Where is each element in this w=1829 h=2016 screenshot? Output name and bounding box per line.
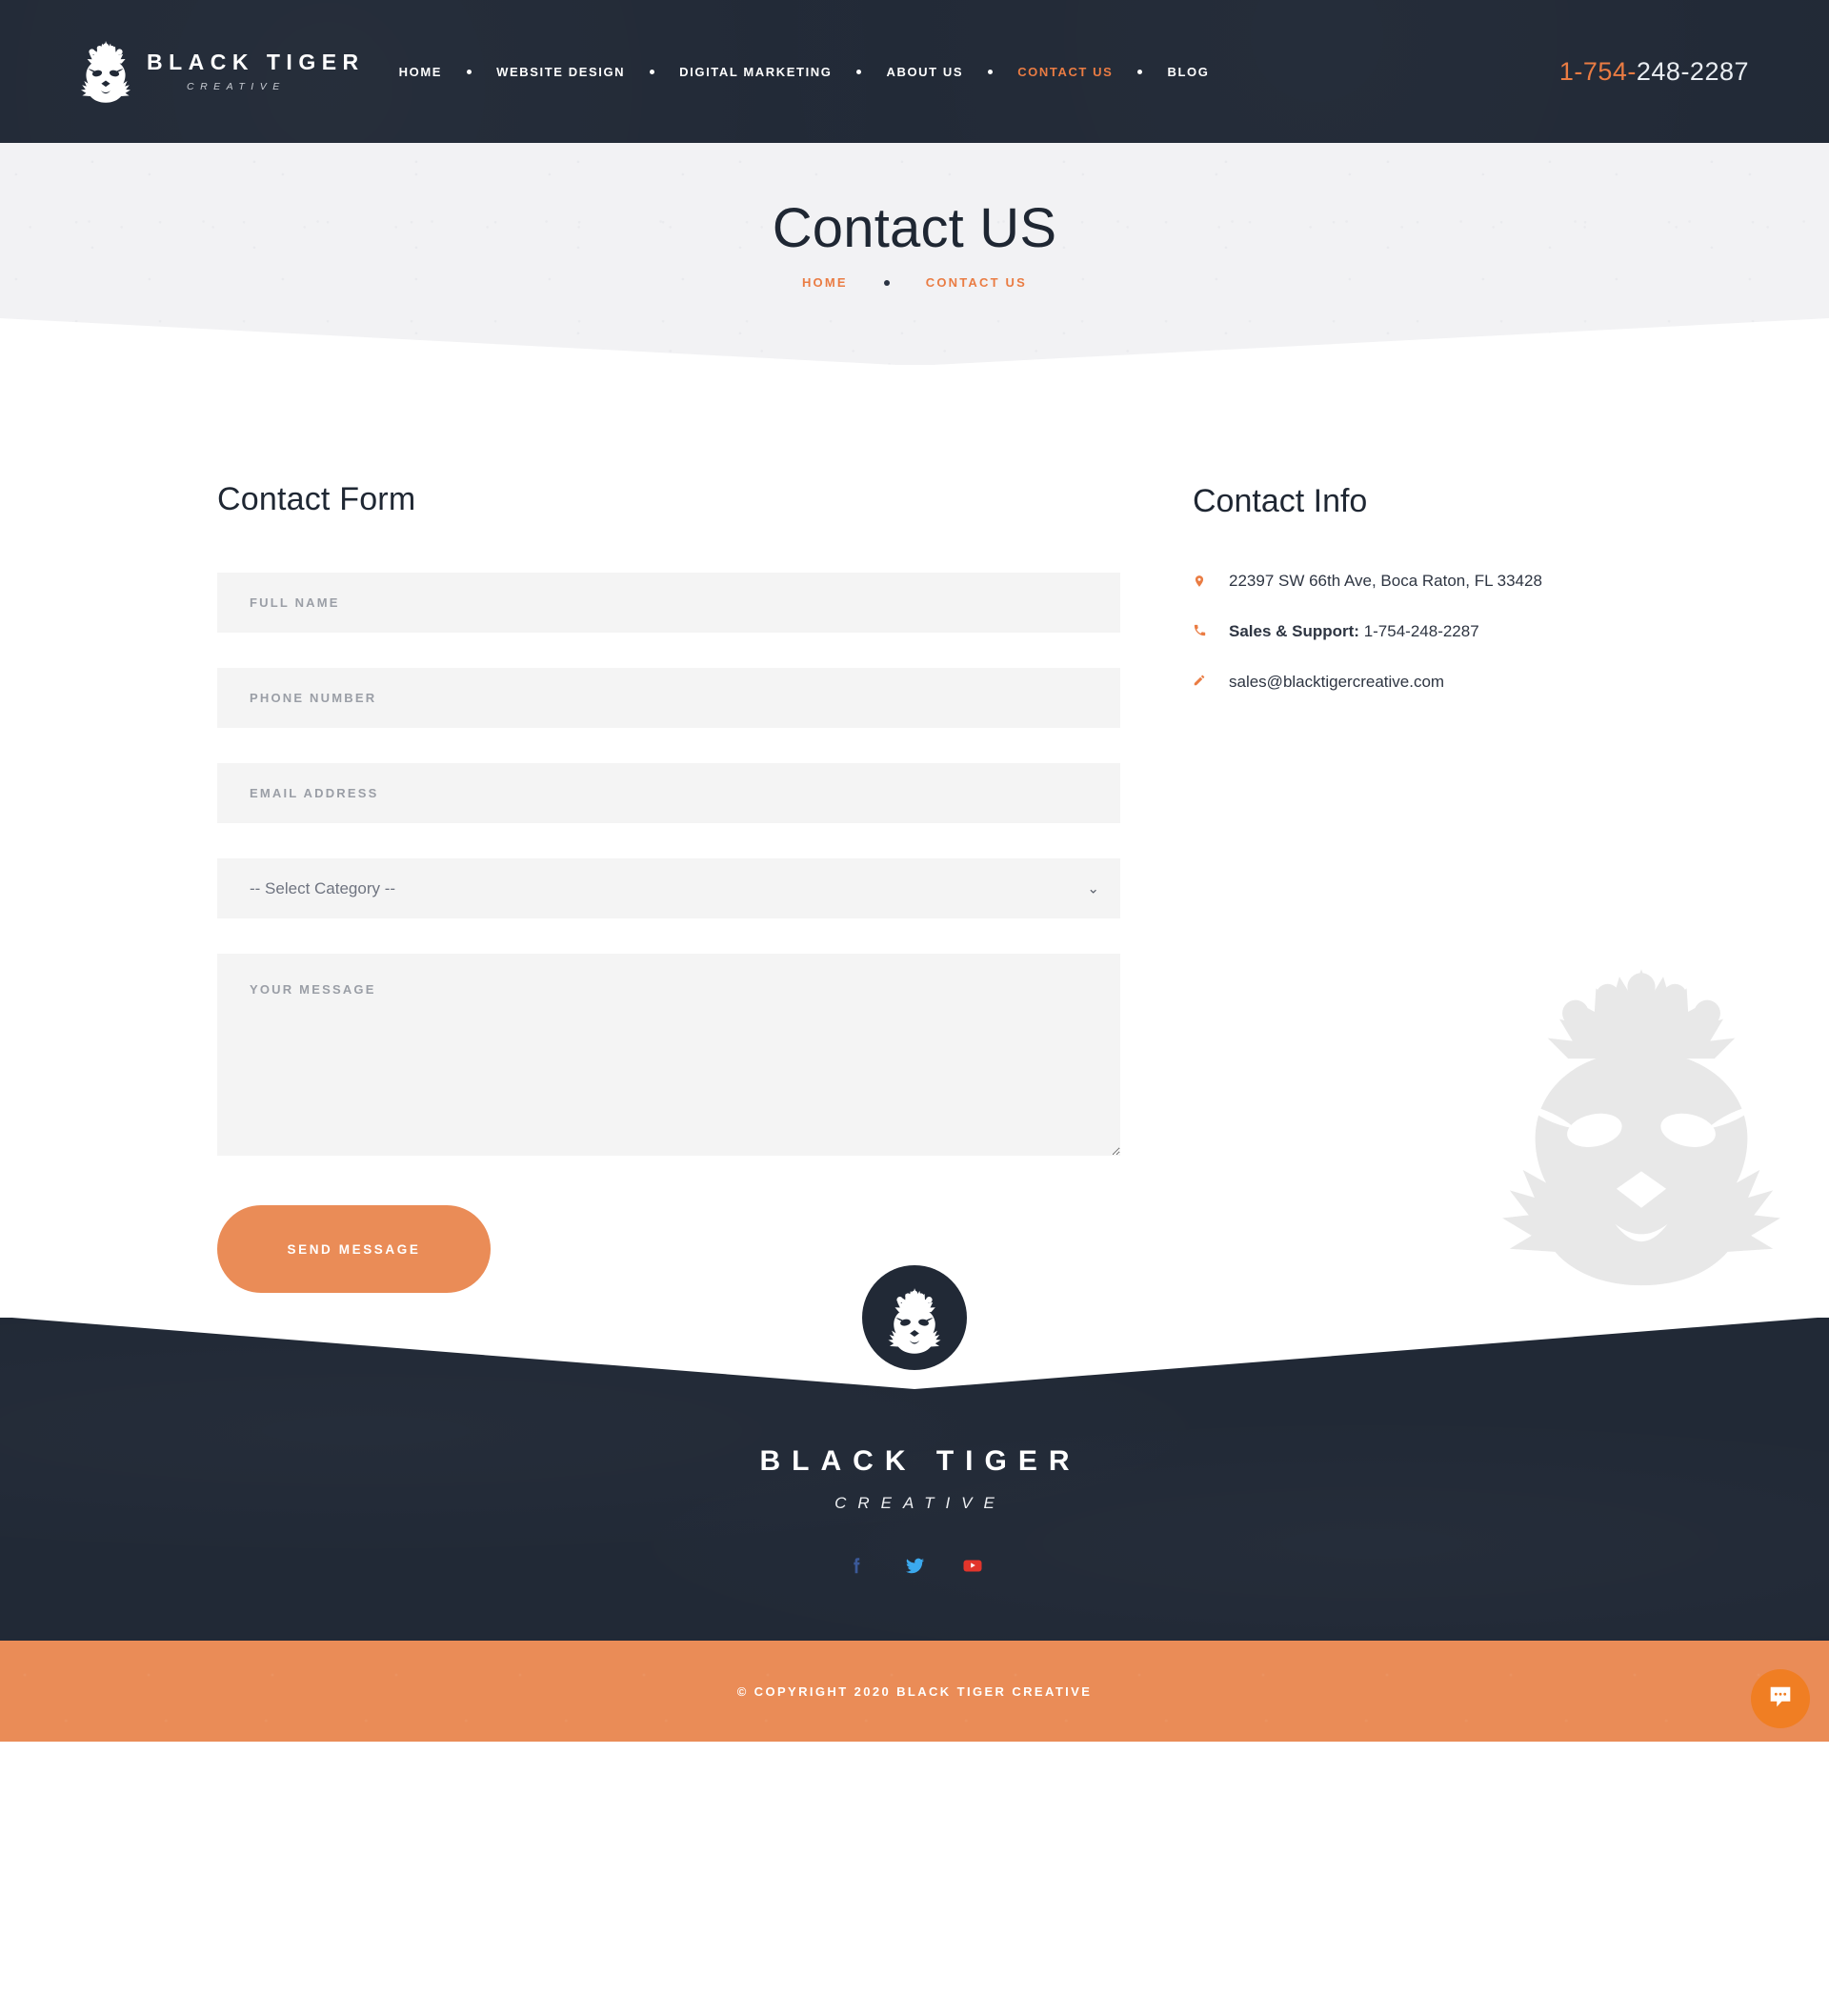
breadcrumb: HOME CONTACT US bbox=[0, 275, 1829, 290]
contact-info-address-row: 22397 SW 66th Ave, Boca Raton, FL 33428 bbox=[1193, 568, 1612, 595]
youtube-icon[interactable] bbox=[960, 1553, 985, 1578]
nav-item-home[interactable]: HOME bbox=[399, 59, 442, 85]
page-title: Contact US bbox=[772, 197, 1057, 259]
message-textarea[interactable] bbox=[217, 954, 1120, 1156]
social-links bbox=[0, 1553, 1829, 1578]
hero-bottom-shape bbox=[0, 317, 1829, 365]
send-message-button[interactable]: SEND MESSAGE bbox=[217, 1205, 491, 1293]
nav-separator-dot bbox=[467, 69, 472, 74]
category-select-wrapper: -- Select Category -- ⌄ bbox=[217, 858, 1120, 918]
nav-item-digital-marketing[interactable]: DIGITAL MARKETING bbox=[679, 59, 832, 85]
chat-bubble-icon bbox=[1766, 1683, 1795, 1716]
brand-logo-link[interactable]: BLACK TIGER CREATIVE bbox=[78, 39, 365, 104]
nav-item-contact-us[interactable]: CONTACT US bbox=[1017, 59, 1113, 85]
breadcrumb-home[interactable]: HOME bbox=[802, 275, 848, 290]
category-select[interactable]: -- Select Category -- bbox=[217, 858, 1120, 918]
nav-item-about-us[interactable]: ABOUT US bbox=[886, 59, 963, 85]
copyright-text: © COPYRIGHT 2020 BLACK TIGER CREATIVE bbox=[736, 1683, 1093, 1699]
site-footer: BLACK TIGER CREATIVE bbox=[0, 1265, 1829, 1641]
contact-address: 22397 SW 66th Ave, Boca Raton, FL 33428 bbox=[1229, 572, 1542, 590]
nav-item-blog[interactable]: BLOG bbox=[1167, 59, 1209, 85]
footer-logo-badge bbox=[862, 1265, 967, 1370]
header-phone-prefix: 1-754- bbox=[1558, 56, 1637, 86]
full-name-input[interactable] bbox=[217, 573, 1120, 633]
contact-email[interactable]: sales@blacktigercreative.com bbox=[1229, 669, 1444, 696]
hero-banner: Contact US HOME CONTACT US bbox=[0, 143, 1829, 365]
contact-phone-value: 1-754-248-2287 bbox=[1358, 622, 1479, 640]
contact-phone: Sales & Support: 1-754-248-2287 bbox=[1229, 618, 1479, 645]
breadcrumb-separator-dot bbox=[883, 279, 890, 286]
contact-phone-label: Sales & Support: bbox=[1229, 622, 1359, 640]
copyright-bar: © COPYRIGHT 2020 BLACK TIGER CREATIVE bbox=[0, 1641, 1829, 1742]
main-content: Contact Form -- Select Category -- ⌄ SEN… bbox=[0, 365, 1829, 1318]
brand-name: BLACK TIGER bbox=[147, 49, 365, 74]
nav-separator-dot bbox=[856, 69, 862, 74]
contact-form-section: Contact Form -- Select Category -- ⌄ SEN… bbox=[217, 481, 1120, 1293]
pencil-icon bbox=[1193, 674, 1208, 692]
contact-info-phone-row: Sales & Support: 1-754-248-2287 bbox=[1193, 618, 1612, 645]
nav-separator-dot bbox=[650, 69, 655, 74]
email-address-input[interactable] bbox=[217, 763, 1120, 823]
facebook-icon[interactable] bbox=[844, 1553, 869, 1578]
nav-separator-dot bbox=[988, 69, 994, 74]
nav-item-website-design[interactable]: WEBSITE DESIGN bbox=[496, 59, 625, 85]
map-pin-icon bbox=[1193, 573, 1208, 595]
site-header: BLACK TIGER CREATIVE HOME WEBSITE DESIGN… bbox=[0, 0, 1829, 143]
main-navigation: HOME WEBSITE DESIGN DIGITAL MARKETING AB… bbox=[399, 59, 1210, 85]
chat-widget-button[interactable] bbox=[1751, 1669, 1810, 1728]
header-phone-suffix: 248-2287 bbox=[1636, 56, 1749, 86]
contact-info-email-row: sales@blacktigercreative.com bbox=[1193, 669, 1612, 696]
footer-brand-tagline: CREATIVE bbox=[834, 1494, 1006, 1512]
header-phone-link[interactable]: 1-754-248-2287 bbox=[1559, 57, 1760, 87]
brand-tagline: CREATIVE bbox=[187, 80, 286, 92]
breadcrumb-current[interactable]: CONTACT US bbox=[926, 275, 1027, 290]
phone-icon bbox=[1193, 623, 1208, 642]
tiger-crown-logo-icon bbox=[78, 39, 133, 104]
nav-separator-dot bbox=[1137, 69, 1143, 74]
contact-info-title: Contact Info bbox=[1193, 483, 1368, 519]
footer-brand-name: BLACK TIGER bbox=[759, 1445, 1081, 1477]
contact-form: -- Select Category -- ⌄ SEND MESSAGE bbox=[217, 573, 1120, 1293]
phone-number-input[interactable] bbox=[217, 668, 1120, 728]
contact-form-title: Contact Form bbox=[217, 481, 416, 517]
contact-info-section: Contact Info 22397 SW 66th Ave, Boca Rat… bbox=[1193, 481, 1612, 718]
twitter-icon[interactable] bbox=[902, 1553, 927, 1578]
tiger-crown-logo-icon bbox=[888, 1288, 941, 1354]
